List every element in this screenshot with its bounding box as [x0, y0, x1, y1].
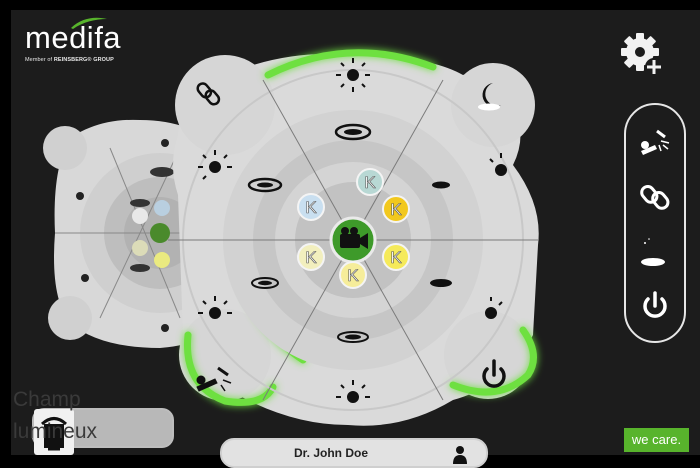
color-temperature-label: K	[347, 266, 359, 285]
main-light-control: KKKKKK	[168, 49, 539, 426]
gear-plus-icon	[621, 33, 663, 76]
color-temperature-label: K	[390, 200, 402, 219]
color-temperature-button[interactable]: K	[339, 261, 367, 289]
color-temperature-button[interactable]: K	[356, 168, 384, 196]
patient-light-icon	[641, 129, 670, 155]
patient-position-button[interactable]	[635, 123, 675, 163]
brand-tagline: Member of REINSBERG® GROUP	[25, 57, 121, 63]
user-icon	[453, 446, 467, 464]
side-control-panel	[624, 103, 686, 343]
settings-button[interactable]	[618, 30, 668, 80]
tagline-group: REINSBERG® GROUP	[53, 57, 114, 63]
power-icon	[643, 291, 667, 318]
medifa-logo: medifa Member of REINSBERG® GROUP	[25, 17, 121, 63]
logo-swoosh-icon	[71, 17, 107, 29]
color-temperature-button[interactable]: K	[382, 195, 410, 223]
color-temperature-label: K	[390, 248, 402, 267]
light-field-icon	[40, 417, 68, 451]
color-temperature-button[interactable]: K	[297, 243, 325, 271]
tagline-prefix: Member of	[25, 57, 53, 63]
brand-slogan: we care.	[624, 428, 689, 452]
link-icon	[640, 184, 670, 210]
user-name: Dr. John Doe	[293, 446, 368, 460]
link-button[interactable]	[635, 177, 675, 217]
color-temperature-button[interactable]: K	[382, 243, 410, 271]
color-temperature-label: K	[364, 173, 376, 192]
color-temperature-button[interactable]: K	[297, 193, 325, 221]
moon-cloud-icon	[641, 237, 665, 266]
light-field-button[interactable]	[34, 409, 74, 455]
power-button[interactable]	[635, 285, 675, 325]
color-temperature-label: K	[305, 198, 317, 217]
color-temperature-label: K	[305, 248, 317, 267]
user-bar[interactable]: Dr. John Doe	[220, 438, 488, 468]
night-mode-button[interactable]	[635, 231, 675, 271]
